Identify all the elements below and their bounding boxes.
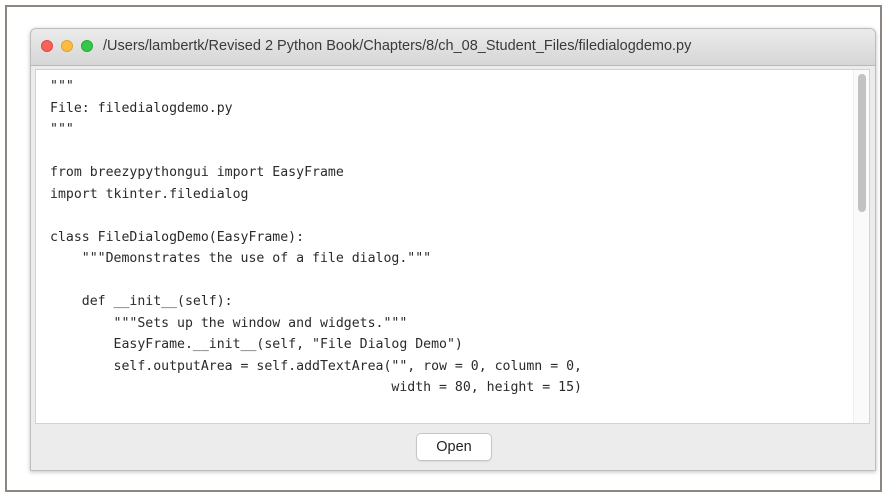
code-line: EasyFrame.__init__(self, "File Dialog De… xyxy=(50,337,463,352)
scrollbar-thumb[interactable] xyxy=(858,74,866,212)
code-line: self.outputArea = self.addTextArea("", r… xyxy=(50,358,582,374)
code-line: from breezypythongui import EasyFrame xyxy=(50,165,344,180)
maximize-window-icon[interactable] xyxy=(81,40,93,52)
title-bar[interactable]: /Users/lambertk/Revised 2 Python Book/Ch… xyxy=(31,29,875,66)
button-bar: Open xyxy=(31,424,875,470)
close-window-icon[interactable] xyxy=(41,40,53,52)
code-line: File: filedialogdemo.py xyxy=(50,100,233,116)
output-text-area[interactable]: """ File: filedialogdemo.py """ from breezy… xyxy=(35,69,870,424)
code-line: class FileDialogDemo(EasyFrame): xyxy=(50,229,305,245)
code-line: """Sets up the window and widgets.""" xyxy=(50,315,408,331)
vertical-scrollbar[interactable] xyxy=(853,70,869,423)
code-line: """Demonstrates the use of a file dialog… xyxy=(50,251,432,266)
minimize-window-icon[interactable] xyxy=(61,40,73,52)
code-line: """ xyxy=(50,122,74,137)
app-window: /Users/lambertk/Revised 2 Python Book/Ch… xyxy=(30,28,876,471)
code-line: import tkinter.filedialog xyxy=(50,186,249,202)
open-button[interactable]: Open xyxy=(416,433,492,461)
code-line: """ xyxy=(50,79,74,94)
code-content: """ File: filedialogdemo.py """ from breezy… xyxy=(36,70,869,399)
code-line: width = 80, height = 15) xyxy=(50,380,582,395)
code-line: def __init__(self): xyxy=(50,294,233,309)
window-title: /Users/lambertk/Revised 2 Python Book/Ch… xyxy=(103,38,692,54)
